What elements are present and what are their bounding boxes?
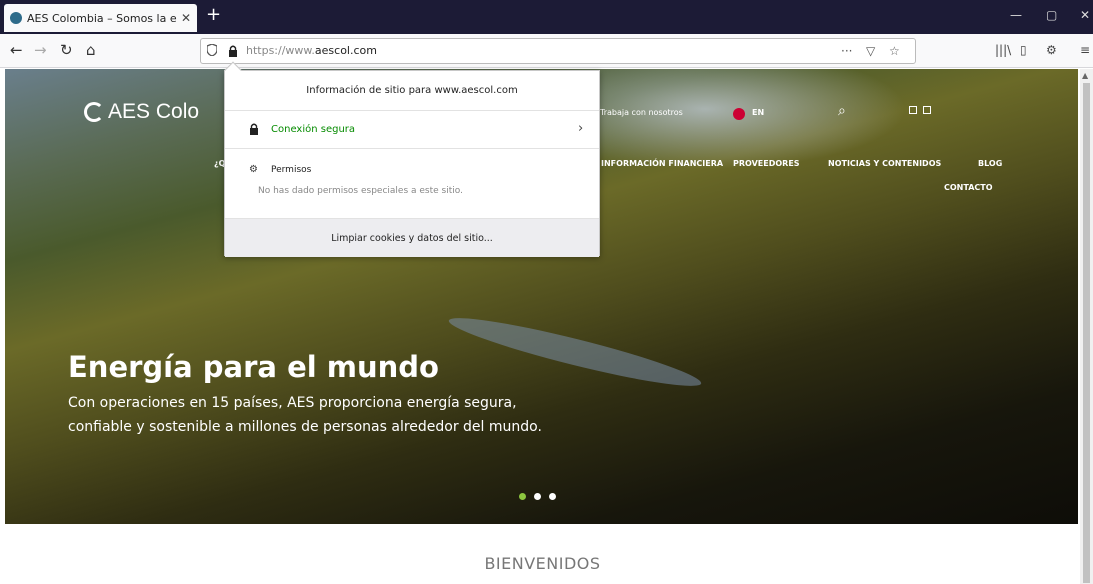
app-menu-icon[interactable]: ≡ [1080, 43, 1090, 57]
popup-title: Información de sitio para www.aescol.com [225, 71, 599, 111]
tab-title: AES Colombia – Somos la ene [27, 11, 177, 25]
minimize-button[interactable]: — [1010, 8, 1022, 22]
aes-logo-icon [84, 102, 104, 122]
new-tab-button[interactable]: + [206, 6, 221, 24]
back-button[interactable]: ← [10, 42, 23, 58]
tab-bar: AES Colombia – Somos la ene ✕ + — ▢ ✕ [0, 0, 1093, 34]
maximize-button[interactable]: ▢ [1046, 8, 1057, 22]
logo-text: AES Colo [108, 100, 200, 123]
slider-dot-1[interactable] [519, 493, 526, 500]
site-info-popup: Información de sitio para www.aescol.com… [224, 61, 600, 257]
url-bar[interactable]: https://www.aescol.com ··· ▽ ☆ [200, 38, 916, 64]
url-text[interactable]: https://www.aescol.com [246, 44, 377, 57]
us-flag-icon[interactable] [733, 108, 745, 120]
url-prefix: https://www. [246, 44, 315, 57]
home-button[interactable]: ⌂ [86, 42, 96, 58]
menu-item-news[interactable]: NOTICIAS Y CONTENIDOS [828, 159, 941, 168]
menu-item-blog[interactable]: BLOG [978, 159, 1002, 168]
social-icon[interactable] [923, 106, 931, 114]
close-tab-icon[interactable]: ✕ [181, 11, 191, 25]
clear-cookies-button[interactable]: Limpiar cookies y datos del sitio... [225, 218, 599, 257]
hero-river-shape [445, 307, 705, 397]
menu-item-financial[interactable]: INFORMACIÓN FINANCIERA [601, 159, 723, 168]
permissions-title: Permisos [271, 165, 312, 175]
hero-title: Energía para el mundo [68, 350, 439, 384]
page-actions-icon[interactable]: ··· [841, 44, 852, 58]
secure-lock-icon [250, 123, 258, 135]
extension-icon[interactable]: ⚙ [1046, 43, 1057, 57]
browser-tab[interactable]: AES Colombia – Somos la ene ✕ [4, 4, 197, 32]
scroll-up-icon[interactable]: ▲ [1082, 71, 1088, 80]
language-link[interactable]: EN [752, 108, 764, 117]
close-window-button[interactable]: ✕ [1080, 8, 1090, 22]
site-logo[interactable]: AES Colo [84, 100, 199, 124]
permissions-description: No has dado permisos especiales a este s… [258, 186, 463, 196]
slider-dots [519, 493, 556, 500]
chevron-right-icon[interactable]: › [578, 121, 583, 136]
tracking-shield-icon[interactable] [207, 44, 217, 56]
slider-dot-2[interactable] [534, 493, 541, 500]
hero-subtitle-line-1: Con operaciones en 15 países, AES propor… [68, 395, 517, 411]
bookmark-star-icon[interactable]: ☆ [889, 44, 900, 58]
forward-button[interactable]: → [34, 42, 47, 58]
work-with-us-link[interactable]: Trabaja con nosotros [600, 108, 683, 117]
menu-item-suppliers[interactable]: PROVEEDORES [733, 159, 800, 168]
slider-dot-3[interactable] [549, 493, 556, 500]
site-favicon-icon [10, 12, 22, 24]
welcome-heading: BIENVENIDOS [484, 554, 601, 573]
hero-subtitle-line-2: confiable y sostenible a millones de per… [68, 419, 542, 435]
library-icon[interactable]: |||\ [995, 43, 1011, 57]
url-domain: aescol.com [314, 44, 377, 57]
reload-button[interactable]: ↻ [60, 42, 73, 58]
scrollbar-thumb[interactable] [1083, 83, 1090, 583]
pocket-icon[interactable]: ▽ [866, 44, 875, 58]
page-scrollbar[interactable]: ▲ [1080, 69, 1093, 584]
social-icon[interactable] [909, 106, 917, 114]
secure-connection-label: Conexión segura [271, 124, 356, 135]
sidebar-icon[interactable]: ▯ [1020, 43, 1027, 57]
secure-connection-row[interactable]: Conexión segura › [225, 111, 599, 149]
permissions-icon: ⚙ [249, 164, 258, 175]
menu-item-contact[interactable]: CONTACTO [944, 183, 993, 192]
lock-icon[interactable] [228, 45, 238, 57]
search-icon[interactable]: ⌕ [838, 103, 846, 119]
navigation-toolbar: ← → ↻ ⌂ https://www.aescol.com ··· ▽ ☆ |… [0, 34, 1093, 68]
